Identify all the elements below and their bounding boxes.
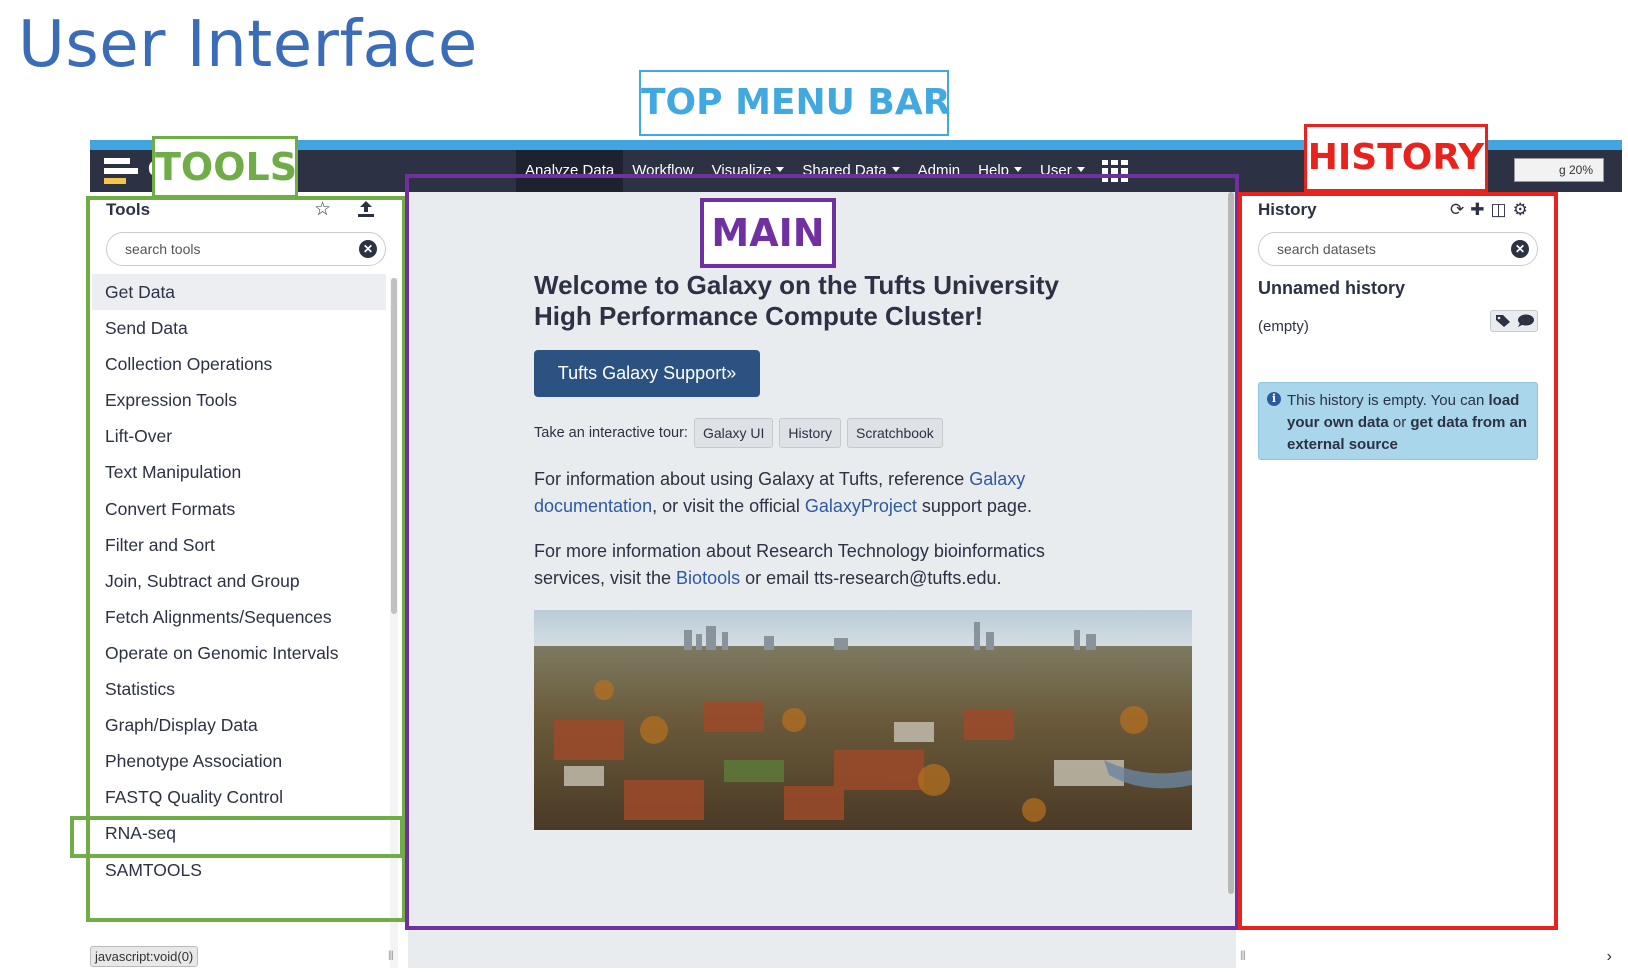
- chevron-right-icon[interactable]: ›: [1607, 948, 1612, 966]
- annotation-top-menu-bar-label: TOP MENU BAR: [641, 72, 950, 134]
- annotation-top-menu-bar: TOP MENU BAR: [639, 70, 950, 136]
- galaxy-logo-icon[interactable]: [104, 156, 144, 188]
- annotation-main: MAIN: [700, 198, 836, 268]
- tool-panel-drag-handle[interactable]: |||: [388, 950, 394, 961]
- annotation-tools-label: TOOLS: [155, 139, 297, 195]
- annotation-history-box: [1238, 192, 1558, 930]
- annotation-main-label: MAIN: [704, 202, 832, 264]
- annotation-tools: TOOLS: [152, 136, 298, 198]
- annotation-history-label: HISTORY: [1307, 127, 1485, 189]
- quota-meter[interactable]: g 20%: [1514, 158, 1604, 182]
- status-url: javascript:void(0): [90, 946, 199, 967]
- slide-title: User Interface: [18, 8, 478, 82]
- slide: User Interface G Analyze Data Workflow V…: [0, 0, 1628, 972]
- history-drag-handle[interactable]: |||: [1240, 950, 1246, 961]
- annotation-main-box: [405, 174, 1239, 930]
- annotation-tools-box: [86, 196, 406, 922]
- annotation-history: HISTORY: [1304, 124, 1488, 192]
- annotation-rna-seq-highlight: [70, 816, 404, 858]
